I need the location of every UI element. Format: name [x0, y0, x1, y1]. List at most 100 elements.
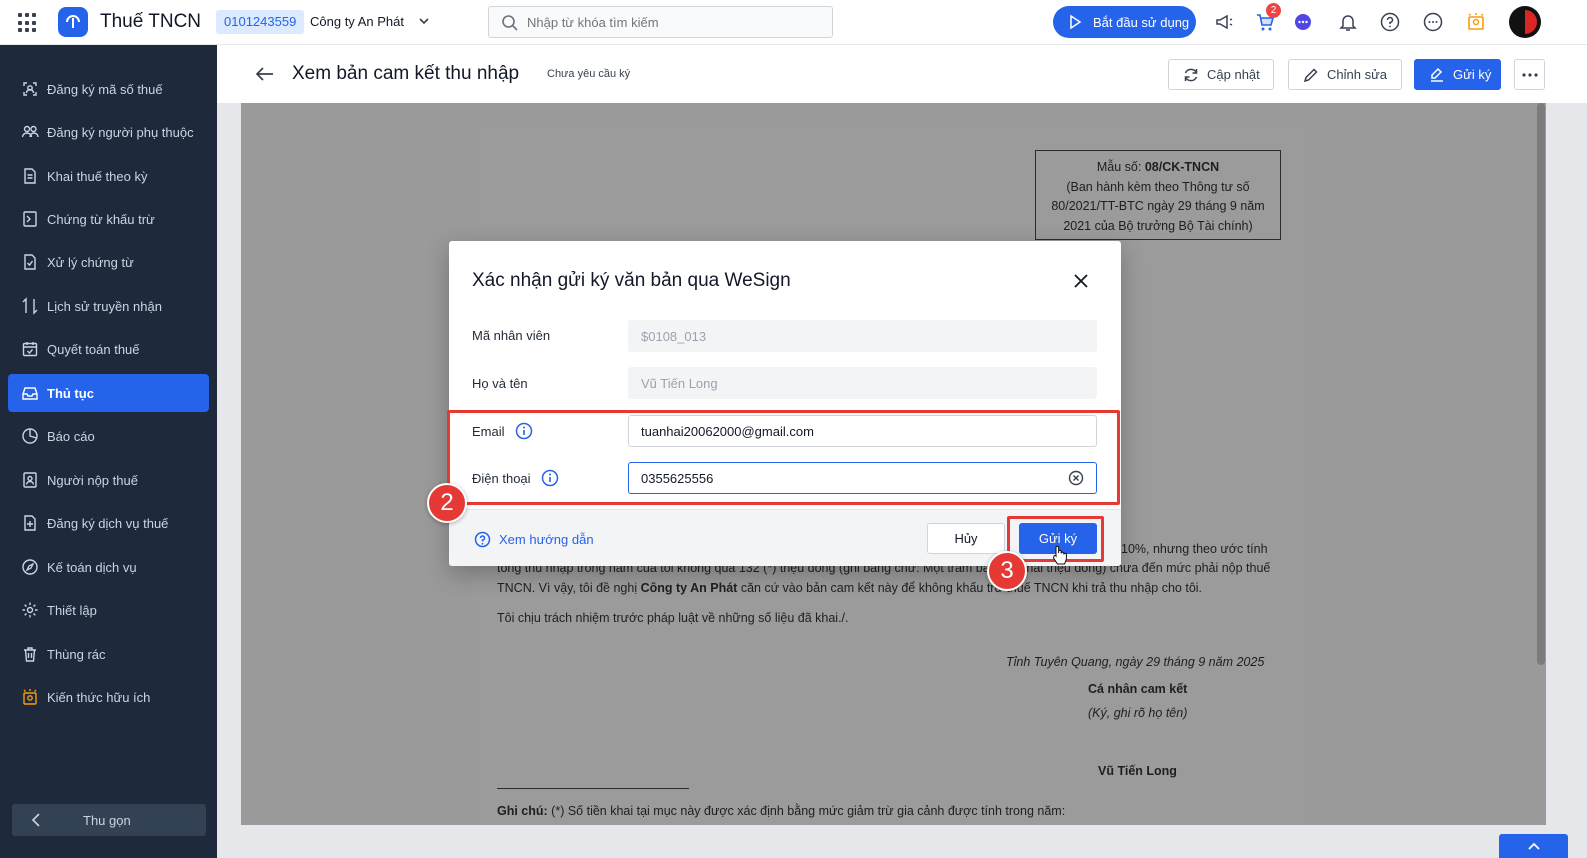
- sidebar-item-withholding-vouchers[interactable]: Chứng từ khấu trừ: [8, 200, 209, 238]
- more-horizontal-icon: [1521, 72, 1538, 77]
- collapse-label: Thu gọn: [83, 813, 131, 828]
- search-box[interactable]: [488, 6, 833, 38]
- search-icon: [502, 15, 518, 31]
- sidebar-item-voucher-processing[interactable]: Xử lý chứng từ: [8, 243, 209, 281]
- inbox-icon: [22, 387, 38, 400]
- sidebar-item-label: Chứng từ khấu trừ: [47, 211, 155, 227]
- sidebar-item-label: Quyết toán thuế: [47, 341, 140, 357]
- sidebar-item-reports[interactable]: Báo cáo: [8, 417, 209, 455]
- start-using-button[interactable]: Bắt đầu sử dụng: [1053, 6, 1196, 38]
- document-company-name: Công ty An Phát: [640, 581, 738, 595]
- document-text: TNCN. Vì vậy, tôi đề nghị: [497, 581, 641, 595]
- footnote-text: (*) Số tiền khai tại mục này được xác đị…: [547, 804, 1066, 818]
- update-button[interactable]: Cập nhật: [1168, 59, 1274, 90]
- receipt-icon: [23, 211, 37, 227]
- sidebar-item-label: Thủ tục: [47, 385, 94, 401]
- send-sign-label: Gửi ký: [1453, 67, 1492, 82]
- document-responsibility: Tôi chịu trách nhiệm trước pháp luật về …: [497, 611, 849, 625]
- step-badge-2: 2: [427, 483, 467, 523]
- document-paragraph-line: TNCN. Vì vậy, tôi đề nghị Công ty An Phá…: [497, 581, 1202, 595]
- document-scrollbar[interactable]: [1537, 103, 1545, 665]
- sidebar-collapse-button[interactable]: Thu gọn: [12, 804, 206, 836]
- sidebar-item-procedures[interactable]: Thủ tục: [8, 374, 209, 412]
- idea-icon[interactable]: [1465, 11, 1487, 33]
- chevron-left-icon: [31, 813, 40, 827]
- sidebar-item-accounting-service[interactable]: Kế toán dịch vụ: [8, 548, 209, 586]
- employee-id-label: Mã nhân viên: [472, 328, 550, 343]
- back-arrow-icon[interactable]: [255, 65, 275, 83]
- send-sign-button[interactable]: Gửi ký: [1414, 59, 1501, 90]
- sidebar-item-label: Xử lý chứng từ: [47, 254, 134, 270]
- app-title: Thuế TNCN: [100, 11, 202, 32]
- pencil-icon: [1303, 67, 1318, 82]
- page-title: Xem bản cam kết thu nhập: [292, 63, 520, 84]
- sidebar-item-periodic-declaration[interactable]: Khai thuế theo kỳ: [8, 157, 209, 195]
- sidebar-item-useful-knowledge[interactable]: Kiến thức hữu ích: [8, 678, 209, 716]
- pie-chart-icon: [22, 428, 38, 444]
- megaphone-icon[interactable]: [1213, 11, 1235, 33]
- sidebar-item-label: Kiến thức hữu ích: [47, 689, 151, 705]
- sidebar-item-label: Khai thuế theo kỳ: [47, 168, 148, 184]
- avatar[interactable]: [1509, 6, 1541, 38]
- start-using-label: Bắt đầu sử dụng: [1093, 14, 1190, 30]
- cancel-button[interactable]: Hủy: [927, 523, 1005, 554]
- signature-icon: [1431, 67, 1443, 82]
- form-info-box: Mẫu số: 08/CK-TNCN (Ban hành kèm theo Th…: [1035, 150, 1281, 240]
- document-footnote: Ghi chú: (*) Số tiền khai tại mục này đư…: [497, 804, 1065, 818]
- sidebar-item-label: Đăng ký dịch vụ thuế: [47, 515, 169, 531]
- gear-icon: [22, 602, 38, 618]
- sidebar-item-tax-service-registration[interactable]: Đăng ký dịch vụ thuế: [8, 504, 209, 542]
- sidebar-item-trash[interactable]: Thùng rác: [8, 635, 209, 673]
- highlight-contact-fields: [447, 410, 1120, 505]
- user-id-icon: [23, 82, 37, 96]
- status-badge: Chưa yêu cầu ký: [547, 68, 631, 80]
- transfer-icon: [22, 297, 38, 315]
- edit-label: Chỉnh sửa: [1327, 67, 1388, 82]
- top-bar: Thuế TNCN 0101243559 Công ty An Phát Bắt…: [0, 0, 1587, 45]
- form-info-line: (Ban hành kèm theo Thông tư số: [1066, 179, 1250, 194]
- field-label-text: Họ và tên: [472, 376, 528, 391]
- bell-icon[interactable]: [1337, 11, 1359, 33]
- more-options-button[interactable]: [1514, 59, 1545, 90]
- dialog-title: Xác nhận gửi ký văn bản qua WeSign: [472, 270, 791, 291]
- document-signer-name: Vũ Tiến Long: [1098, 764, 1177, 778]
- full-name-label: Họ và tên: [472, 376, 528, 391]
- tax-code-badge[interactable]: 0101243559: [216, 10, 305, 34]
- sidebar-item-taxpayers[interactable]: Người nộp thuế: [8, 461, 209, 499]
- help-icon[interactable]: [1379, 11, 1401, 33]
- help-guide-link[interactable]: Xem hướng dẫn: [474, 531, 594, 548]
- scroll-to-top-button[interactable]: [1499, 834, 1568, 858]
- apps-grid-icon[interactable]: [18, 13, 38, 33]
- full-name-field: [628, 367, 1097, 399]
- document-divider: [497, 788, 689, 789]
- sidebar-item-label: Thùng rác: [47, 646, 106, 662]
- sidebar-item-dependents[interactable]: Đăng ký người phụ thuộc: [8, 113, 209, 151]
- chat-icon[interactable]: [1292, 11, 1314, 33]
- sidebar: Đăng ký mã số thuế Đăng ký người phụ thu…: [0, 45, 217, 858]
- update-label: Cập nhật: [1207, 67, 1260, 82]
- compass-icon: [22, 559, 38, 575]
- document-plus-icon: [24, 515, 36, 531]
- users-icon: [21, 125, 39, 138]
- calendar-check-icon: [22, 342, 38, 357]
- edit-button[interactable]: Chỉnh sửa: [1288, 59, 1402, 90]
- close-icon[interactable]: [1073, 273, 1089, 289]
- sidebar-item-settings[interactable]: Thiết lập: [8, 591, 209, 629]
- more-circle-icon[interactable]: [1422, 11, 1444, 33]
- search-input[interactable]: [527, 11, 817, 33]
- footnote-label: Ghi chú:: [497, 804, 548, 818]
- document-signer-title: Cá nhân cam kết: [1088, 682, 1188, 696]
- sidebar-item-label: Lịch sử truyền nhận: [47, 298, 162, 314]
- app-logo: [58, 7, 88, 37]
- sidebar-item-transmission-history[interactable]: Lịch sử truyền nhận: [8, 287, 209, 325]
- sidebar-item-tax-finalization[interactable]: Quyết toán thuế: [8, 330, 209, 368]
- form-number-prefix: Mẫu số:: [1096, 160, 1145, 174]
- refresh-icon: [1184, 68, 1198, 81]
- chevron-down-icon[interactable]: [417, 14, 431, 28]
- chevron-up-icon: [1527, 842, 1540, 850]
- company-name[interactable]: Công ty An Phát: [310, 14, 404, 29]
- sidebar-item-label: Đăng ký mã số thuế: [47, 81, 163, 97]
- sidebar-item-tax-code-registration[interactable]: Đăng ký mã số thuế: [8, 70, 209, 108]
- page-header: Xem bản cam kết thu nhập Chưa yêu cầu ký…: [217, 45, 1587, 103]
- form-number-code: 08/CK-TNCN: [1144, 160, 1220, 174]
